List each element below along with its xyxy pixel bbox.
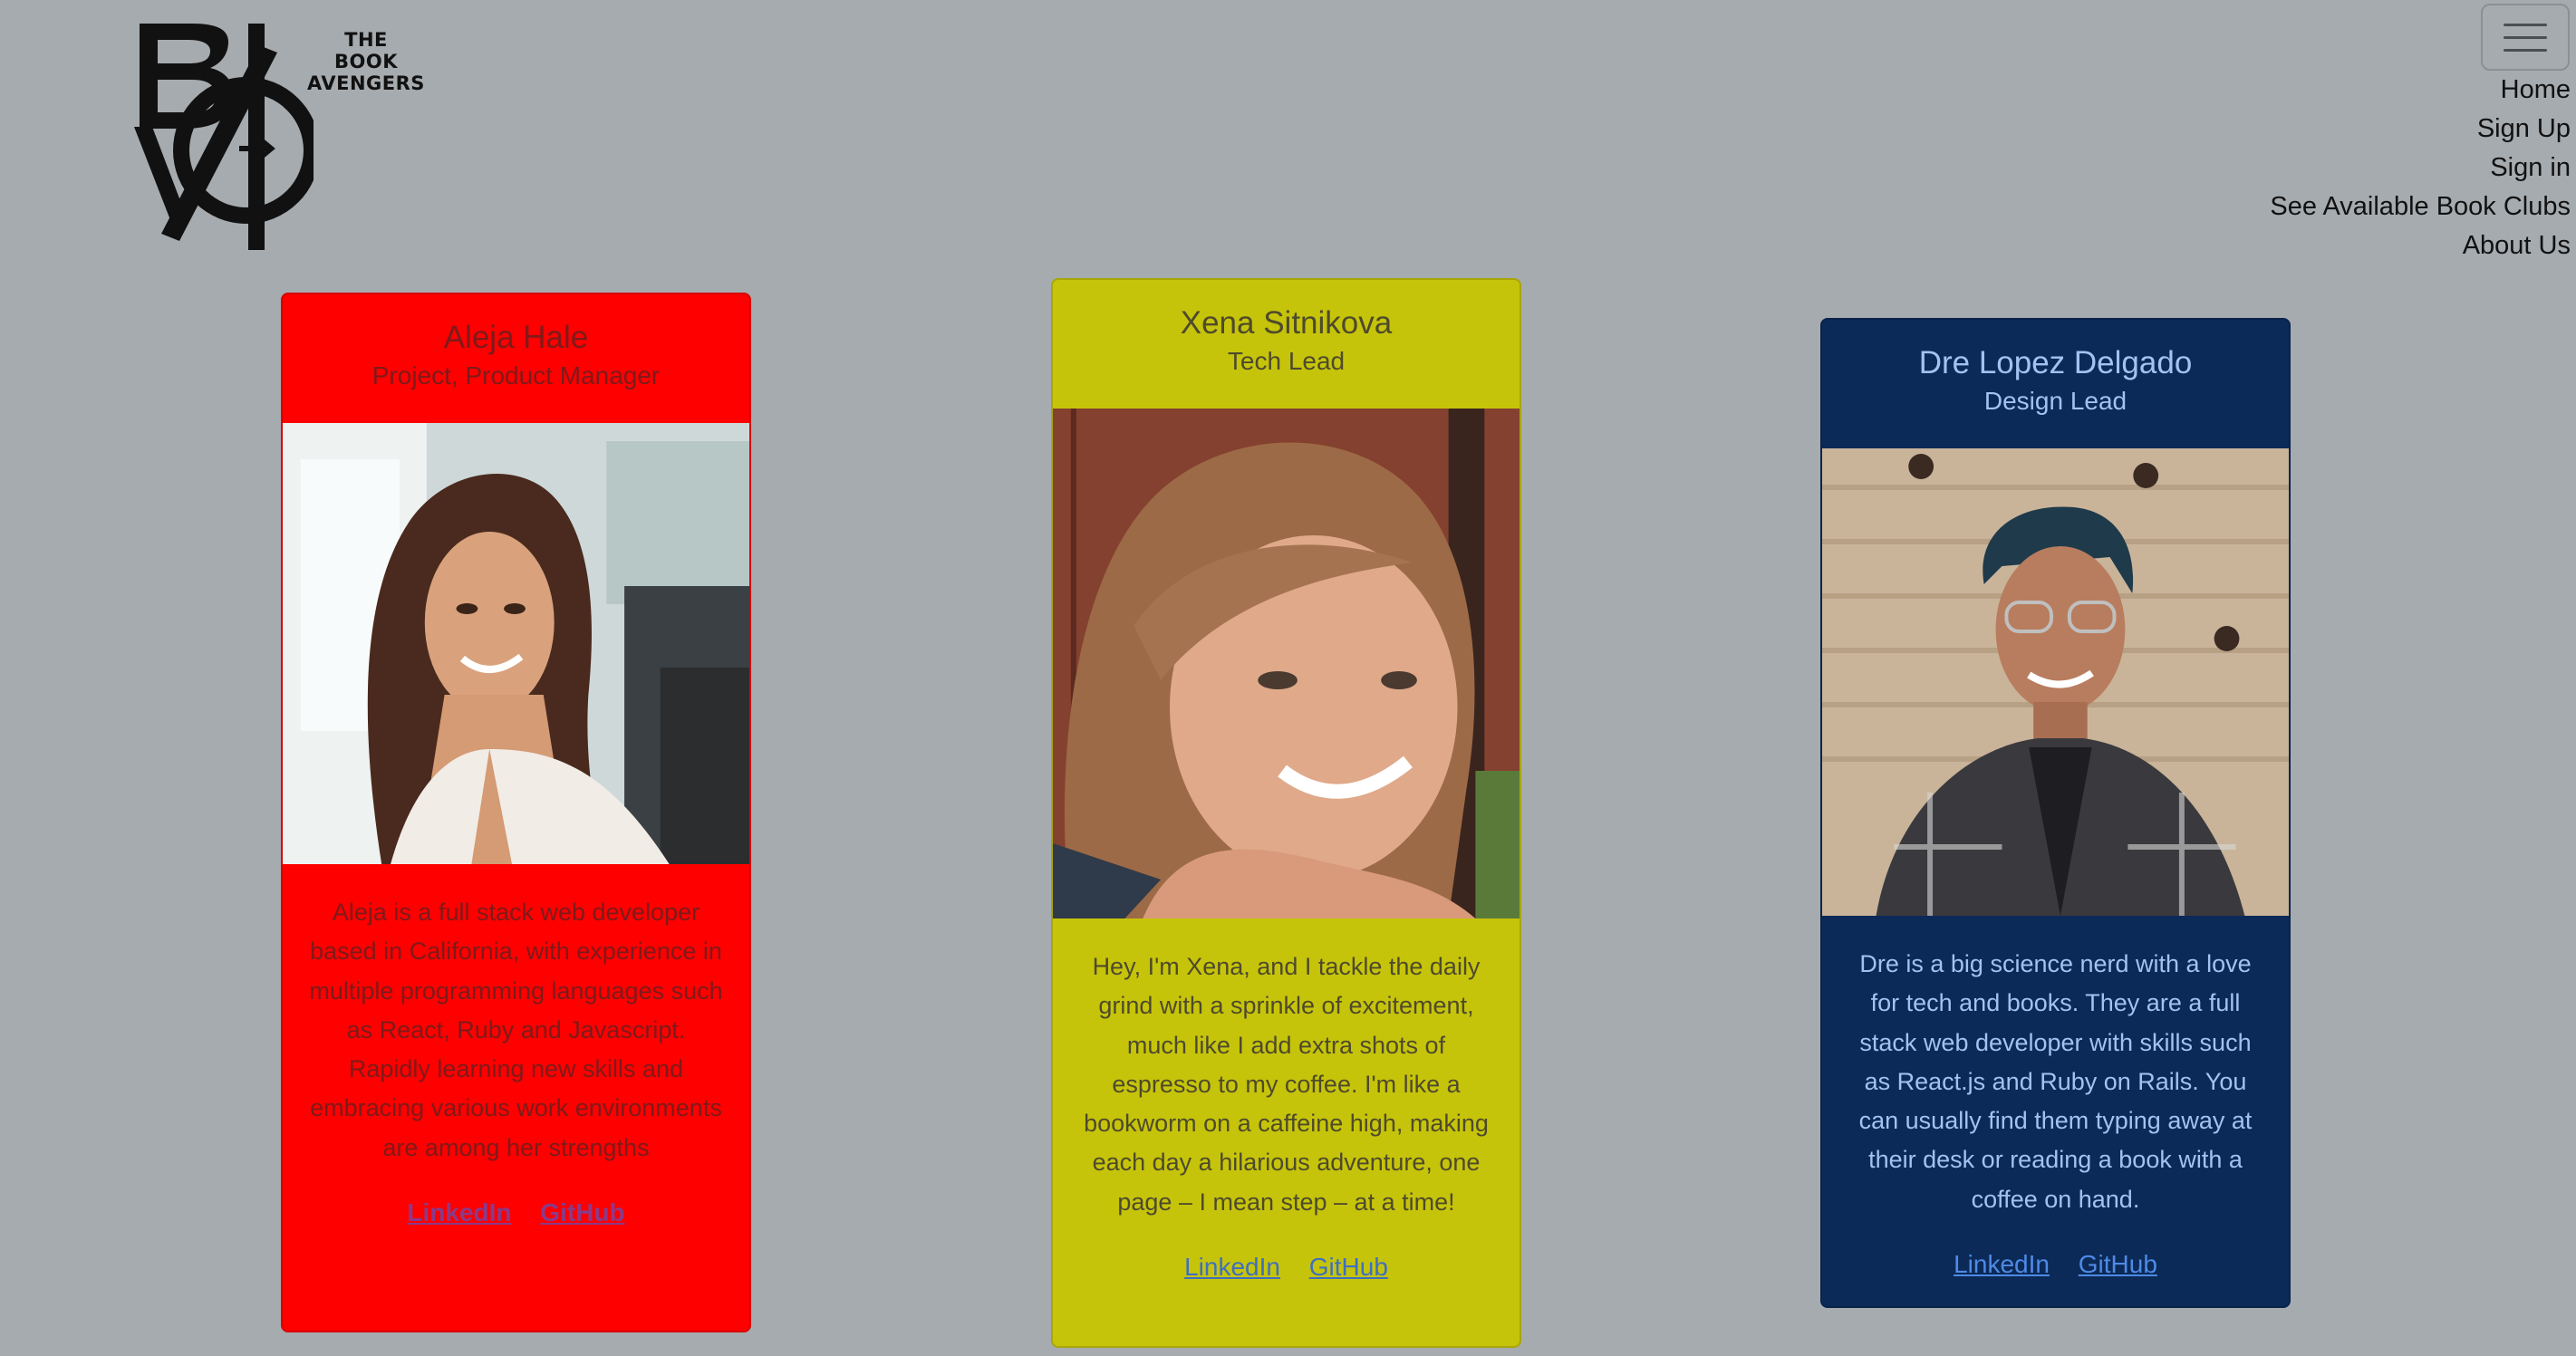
team-card-aleja: Aleja Hale Project, Product Manager Alej… (281, 293, 751, 1332)
member-bio: Dre is a big science nerd with a love fo… (1858, 950, 2253, 1213)
member-links: LinkedIn GitHub (1076, 1253, 1496, 1282)
member-photo (283, 423, 749, 864)
navbar-toggler-button[interactable] (2481, 4, 2570, 71)
brand-line-3: AVENGERS (307, 72, 425, 94)
card-header: Aleja Hale Project, Product Manager (283, 294, 749, 423)
member-photo (1053, 409, 1520, 918)
hamburger-icon-line (2504, 48, 2547, 52)
member-bio: Aleja is a full stack web developer base… (309, 899, 723, 1161)
member-role: Tech Lead (1227, 347, 1346, 375)
linkedin-link[interactable]: LinkedIn (407, 1198, 511, 1226)
brand-line-2: BOOK (334, 51, 398, 72)
member-name: Xena Sitnikova (1180, 305, 1393, 341)
book-avengers-logo-mark (134, 24, 314, 250)
team-card-dre: Dre Lopez Delgado Design Lead Dre is a b… (1820, 318, 2291, 1308)
nav-link-about-us[interactable]: About Us (2270, 226, 2571, 265)
nav-link-book-clubs[interactable]: See Available Book Clubs (2270, 188, 2571, 226)
member-role: Project, Product Manager (371, 361, 661, 389)
hamburger-icon-line (2504, 35, 2547, 39)
card-header: Xena Sitnikova Tech Lead (1053, 280, 1520, 409)
nav-link-home[interactable]: Home (2270, 71, 2571, 110)
member-role: Design Lead (1983, 387, 2127, 415)
linkedin-link[interactable]: LinkedIn (1954, 1250, 2050, 1278)
hamburger-icon-line (2504, 23, 2547, 26)
team-card-xena: Xena Sitnikova Tech Lead Hey, I'm Xena, … (1051, 278, 1521, 1348)
member-links: LinkedIn GitHub (306, 1198, 726, 1227)
card-body: Aleja is a full stack web developer base… (283, 864, 749, 1227)
member-photo (1822, 448, 2289, 916)
card-body: Hey, I'm Xena, and I tackle the daily gr… (1053, 918, 1520, 1282)
member-bio: Hey, I'm Xena, and I tackle the daily gr… (1084, 953, 1489, 1216)
brand-line-1: THE (344, 29, 388, 51)
card-body: Dre is a big science nerd with a love fo… (1822, 916, 2289, 1279)
card-header: Dre Lopez Delgado Design Lead (1822, 320, 2289, 448)
member-name: Dre Lopez Delgado (1918, 345, 2193, 380)
nav-link-sign-up[interactable]: Sign Up (2270, 110, 2571, 149)
nav-link-sign-in[interactable]: Sign in (2270, 149, 2571, 188)
main-nav: Home Sign Up Sign in See Available Book … (2270, 71, 2571, 265)
github-link[interactable]: GitHub (540, 1198, 624, 1226)
brand-wordmark: THE BOOK AVENGERS (294, 29, 439, 94)
member-links: LinkedIn GitHub (1846, 1250, 2265, 1279)
github-link[interactable]: GitHub (2079, 1250, 2157, 1278)
github-link[interactable]: GitHub (1309, 1253, 1388, 1281)
linkedin-link[interactable]: LinkedIn (1184, 1253, 1280, 1281)
brand-logo[interactable]: THE BOOK AVENGERS (132, 18, 440, 254)
member-name: Aleja Hale (443, 320, 589, 355)
